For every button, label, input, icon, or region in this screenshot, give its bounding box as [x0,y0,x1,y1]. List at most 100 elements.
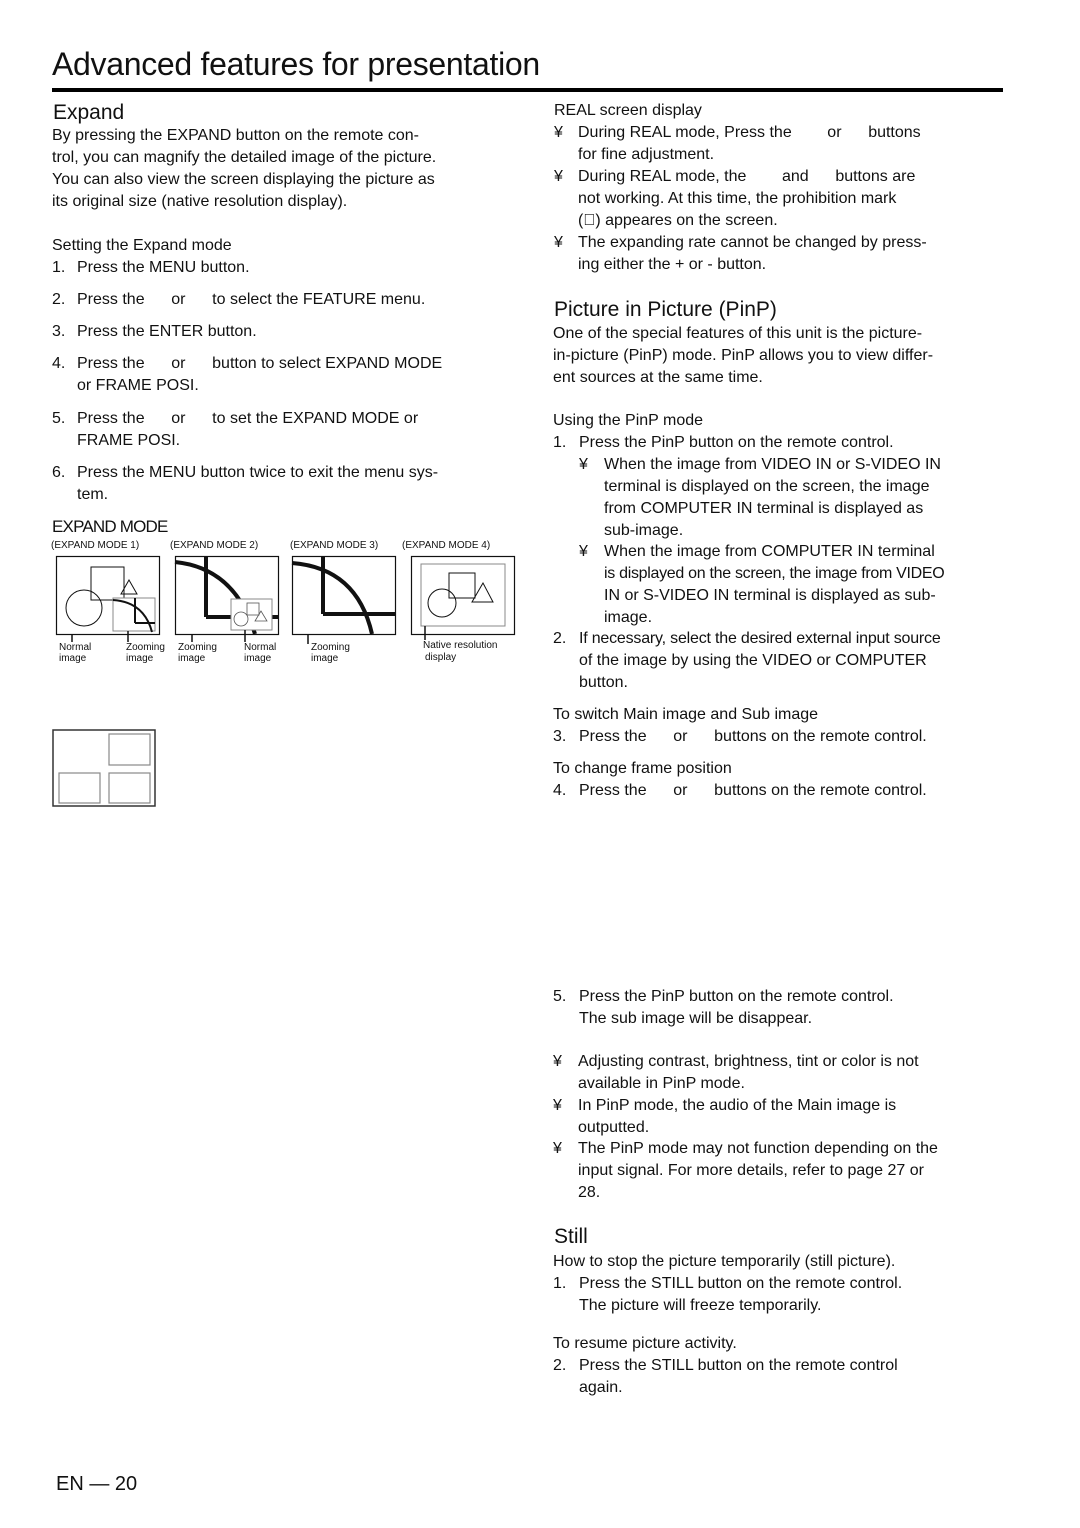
bullet-mark: ¥ [553,1140,562,1157]
caption-line: Zooming [126,642,165,653]
expand-intro-line: its original size (native resolution dis… [52,193,348,210]
note-text: available in PinP mode. [578,1075,745,1092]
bullet-text: During REAL mode, the and buttons are [578,168,916,185]
step-text: Press the or buttons on the remote contr… [579,782,927,799]
caption-line: Normal [59,642,92,653]
step-text: button. [579,674,628,691]
step-number: 5. [553,988,567,1005]
page-title: Advanced features for presentation [52,46,540,82]
bullet-mark: ¥ [553,1097,562,1114]
bullet-text: is displayed on the screen, the image fr… [604,565,945,582]
note-text: The PinP mode may not function depending… [578,1140,938,1157]
step-text: If necessary, select the desired externa… [579,630,941,647]
expand-mode-label: (EXPAND MODE 4) [402,540,491,551]
still-heading: Still [554,1225,588,1248]
setting-expand-heading: Setting the Expand mode [52,237,232,254]
step-text: Press the MENU button. [77,259,250,276]
note-text: In PinP mode, the audio of the Main imag… [578,1097,897,1114]
bullet-text: for fine adjustment. [578,146,715,163]
step-text: Press the PinP button on the remote cont… [579,988,894,1005]
step-text: Press the ENTER button. [77,323,257,340]
step-text: Press the STILL button on the remote con… [579,1357,898,1374]
step-number: 1. [52,259,66,276]
bullet-text: terminal is displayed on the screen, the… [604,478,930,495]
step-text: Press the PinP button on the remote cont… [579,434,894,451]
using-pinp-heading: Using the PinP mode [553,412,704,429]
note-text: Adjusting contrast, brightness, tint or … [578,1053,919,1070]
bullet-text: sub-image. [604,522,684,539]
bullet-text: The expanding rate cannot be changed by … [578,234,927,251]
expand-intro-line: You can also view the screen displaying … [52,171,435,188]
step-text: The sub image will be disappear. [579,1010,813,1027]
resume-heading: To resume picture activity. [553,1335,737,1352]
expand-mode-heading: EXPAND MODE [52,517,168,536]
step-number: 1. [553,434,567,451]
caption-line: image [311,653,339,664]
step-number: 5. [52,410,66,427]
step-number: 3. [553,728,567,745]
step-text: Press the or button to select EXPAND MOD… [77,355,443,372]
step-text: or FRAME POSI. [77,377,199,394]
caption-line: image [126,653,154,664]
step-text: again. [579,1379,623,1396]
bullet-mark: ¥ [579,456,588,473]
bullet-text: from COMPUTER IN terminal is displayed a… [604,500,924,517]
pinp-heading: Picture in Picture (PinP) [554,298,777,321]
expand-mode-label: (EXPAND MODE 3) [290,540,379,551]
expand-mode-1-illustration [55,555,161,642]
note-text: 28. [578,1184,601,1201]
step-text: Press the STILL button on the remote con… [579,1275,903,1292]
bullet-text: When the image from COMPUTER IN terminal [604,543,935,560]
step-text: Press the or buttons on the remote contr… [579,728,927,745]
bullet-text: During REAL mode, Press the or buttons [578,124,921,141]
caption-line: Native resolution [423,640,498,651]
caption-line: image [244,653,272,664]
step-number: 6. [52,464,66,481]
step-text: Press the or to select the FEATURE menu. [77,291,426,308]
pinp-intro-line: One of the special features of this unit… [553,325,923,342]
expand-mode-4-illustration [410,555,516,640]
caption-line: display [425,652,457,663]
step-text: The picture will freeze temporarily. [579,1297,822,1314]
step-number: 4. [52,355,66,372]
bullet-text: ing either the + or - button. [578,256,767,273]
expand-mode-3-illustration [291,555,397,644]
bullet-mark: ¥ [554,124,563,141]
caption-line: image [178,653,206,664]
step-number: 1. [553,1275,567,1292]
pinp-intro-line: in-picture (PinP) mode. PinP allows you … [553,347,934,364]
bullet-mark: ¥ [579,543,588,560]
note-text: outputted. [578,1119,650,1136]
page-number: EN — 20 [56,1473,138,1495]
title-rule [52,88,1003,92]
bullet-mark: ¥ [554,234,563,251]
caption-line: Zooming [311,642,350,653]
bullet-text: image. [604,609,653,626]
step-number: 2. [553,630,567,647]
expand-intro-line: trol, you can magnify the detailed image… [52,149,437,166]
real-screen-heading: REAL screen display [554,102,702,119]
bullet-mark: ¥ [553,1053,562,1070]
expand-heading: Expand [53,101,125,124]
step-text: FRAME POSI. [77,432,181,449]
switch-image-heading: To switch Main image and Sub image [553,706,819,723]
step-number: 4. [553,782,567,799]
expand-mode-2-illustration [174,555,280,642]
bullet-text: IN or S-VIDEO IN terminal is displayed a… [604,587,936,604]
step-text: Press the MENU button twice to exit the … [77,464,439,481]
bullet-mark: ¥ [554,168,563,185]
expand-intro-line: By pressing the EXPAND button on the rem… [52,127,420,144]
step-number: 2. [553,1357,567,1374]
bullet-text: not working. At this time, the prohibiti… [578,190,897,207]
step-number: 2. [52,291,66,308]
frame-position-illustration [52,729,156,807]
step-text: tem. [77,486,109,503]
step-text: of the image by using the VIDEO or COMPU… [579,652,927,669]
expand-mode-label: (EXPAND MODE 2) [170,540,259,551]
frame-position-heading: To change frame position [553,760,732,777]
step-text: Press the or to set the EXPAND MODE or [77,410,419,427]
caption-line: image [59,653,87,664]
still-intro: How to stop the picture temporarily (sti… [553,1253,896,1270]
expand-mode-label: (EXPAND MODE 1) [51,540,140,551]
caption-line: Zooming [178,642,217,653]
